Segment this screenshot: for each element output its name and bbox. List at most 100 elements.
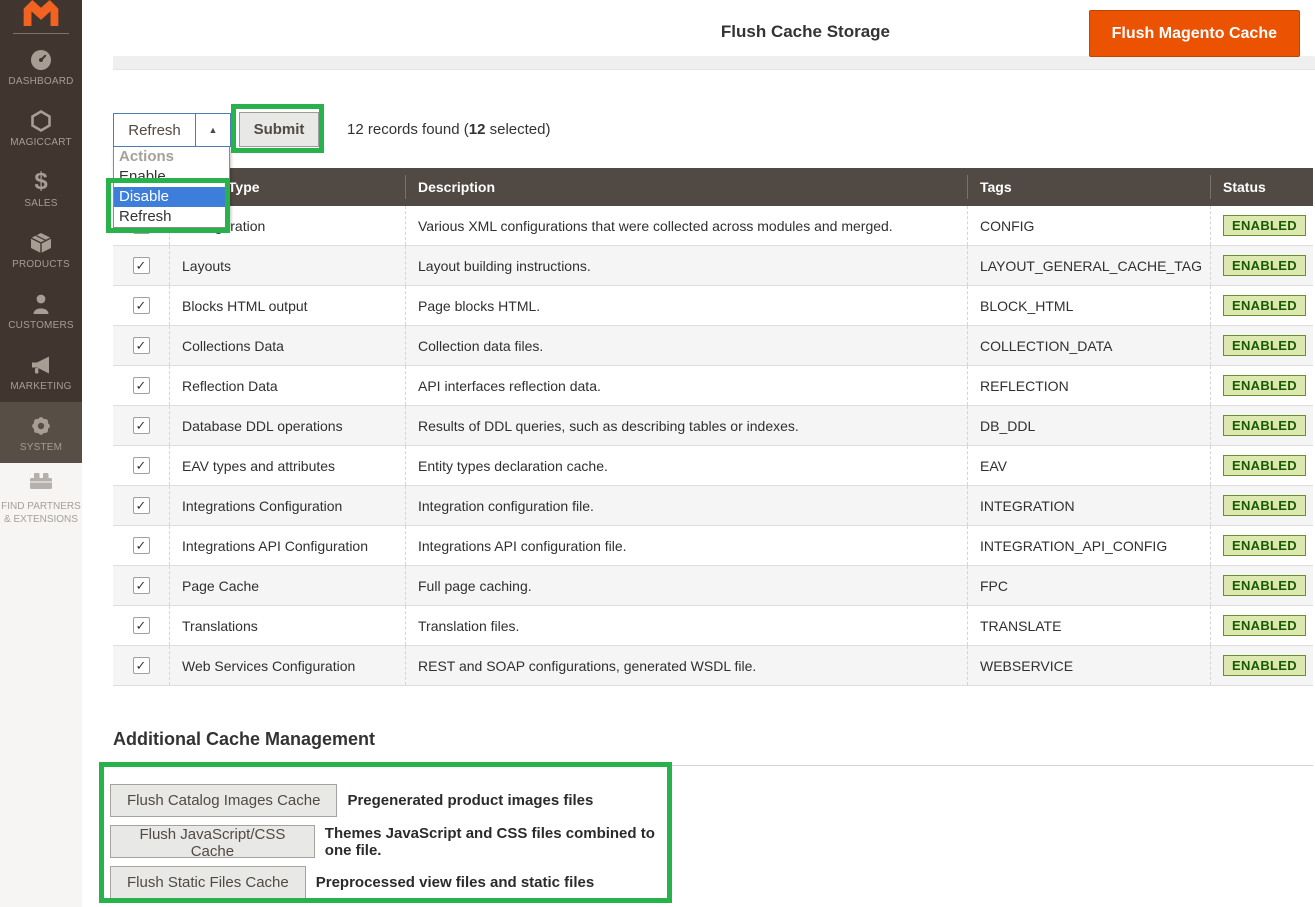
status-badge: ENABLED xyxy=(1223,335,1306,356)
tags-cell: INTEGRATION_API_CONFIG xyxy=(967,526,1210,565)
find-partners-label-line2: & EXTENSIONS xyxy=(0,513,82,526)
row-checkbox[interactable]: ✓ xyxy=(133,617,150,634)
status-badge: ENABLED xyxy=(1223,295,1306,316)
sidebar-item-label: SYSTEM xyxy=(20,442,62,453)
cache-type-cell: Layouts xyxy=(169,246,405,285)
table-row: ✓ Reflection Data API interfaces reflect… xyxy=(113,366,1313,406)
status-badge: ENABLED xyxy=(1223,575,1306,596)
row-checkbox[interactable]: ✓ xyxy=(133,377,150,394)
sidebar-item-customers[interactable]: CUSTOMERS xyxy=(0,280,82,341)
magento-logo-icon xyxy=(19,0,63,26)
table-row: ✓ Integrations Configuration Integration… xyxy=(113,486,1313,526)
row-checkbox[interactable]: ✓ xyxy=(133,657,150,674)
admin-sidebar: DASHBOARD MAGICCART $ SALES PRODUCTS CUS… xyxy=(0,0,82,463)
row-checkbox-cell: ✓ xyxy=(113,366,169,405)
table-row: ✓ Integrations API Configuration Integra… xyxy=(113,526,1313,566)
flush-cache-button[interactable]: Flush JavaScript/CSS Cache xyxy=(110,825,315,858)
sidebar-item-find-partners[interactable]: FIND PARTNERS & EXTENSIONS xyxy=(0,468,82,526)
sidebar-item-dashboard[interactable]: DASHBOARD xyxy=(0,36,82,97)
cache-type-cell: Web Services Configuration xyxy=(169,646,405,685)
sidebar-item-sales[interactable]: $ SALES xyxy=(0,158,82,219)
mass-action-selected-value: Refresh xyxy=(114,114,195,146)
lego-brick-icon xyxy=(0,468,82,496)
description-cell: Entity types declaration cache. xyxy=(405,446,967,485)
dropdown-option-disable[interactable]: Disable xyxy=(114,187,229,207)
row-checkbox-cell: ✓ xyxy=(113,406,169,445)
dropdown-group-label: Actions xyxy=(114,147,229,167)
row-checkbox-cell: ✓ xyxy=(113,286,169,325)
flush-magento-cache-button[interactable]: Flush Magento Cache xyxy=(1089,10,1300,57)
tags-cell: FPC xyxy=(967,566,1210,605)
flush-cache-storage-button[interactable]: Flush Cache Storage xyxy=(721,22,890,42)
magento-logo[interactable] xyxy=(0,0,82,33)
tags-cell: DB_DDL xyxy=(967,406,1210,445)
column-header-description[interactable]: Description xyxy=(405,175,967,199)
sidebar-divider xyxy=(13,33,69,34)
status-cell: ENABLED xyxy=(1210,406,1313,445)
status-badge: ENABLED xyxy=(1223,615,1306,636)
records-count: 12 records found (12 selected) xyxy=(347,121,550,138)
table-row: ✓ EAV types and attributes Entity types … xyxy=(113,446,1313,486)
table-row: ✓ Translations Translation files. TRANSL… xyxy=(113,606,1313,646)
status-badge: ENABLED xyxy=(1223,215,1306,236)
row-checkbox-cell: ✓ xyxy=(113,486,169,525)
description-cell: Collection data files. xyxy=(405,326,967,365)
flush-cache-description: Preprocessed view files and static files xyxy=(316,874,594,891)
row-checkbox[interactable]: ✓ xyxy=(133,297,150,314)
tags-cell: TRANSLATE xyxy=(967,606,1210,645)
row-checkbox[interactable]: ✓ xyxy=(133,577,150,594)
dropdown-option-refresh[interactable]: Refresh xyxy=(114,207,229,227)
records-selected-count: 12 xyxy=(469,121,486,138)
description-cell: API interfaces reflection data. xyxy=(405,366,967,405)
sidebar-item-marketing[interactable]: MARKETING xyxy=(0,341,82,402)
row-checkbox[interactable]: ✓ xyxy=(133,337,150,354)
status-cell: ENABLED xyxy=(1210,326,1313,365)
chevron-up-icon[interactable]: ▲ xyxy=(195,114,230,146)
row-checkbox[interactable]: ✓ xyxy=(133,257,150,274)
sidebar-item-products[interactable]: PRODUCTS xyxy=(0,219,82,280)
row-checkbox[interactable]: ✓ xyxy=(133,457,150,474)
sidebar-item-system[interactable]: SYSTEM xyxy=(0,402,82,463)
table-row: ✓ Database DDL operations Results of DDL… xyxy=(113,406,1313,446)
sidebar-menu: DASHBOARD MAGICCART $ SALES PRODUCTS CUS… xyxy=(0,36,82,463)
dropdown-option-enable[interactable]: Enable xyxy=(114,167,229,187)
cache-type-cell: Integrations Configuration xyxy=(169,486,405,525)
status-cell: ENABLED xyxy=(1210,646,1313,685)
cache-type-cell: EAV types and attributes xyxy=(169,446,405,485)
records-text-suffix: selected) xyxy=(485,121,550,138)
row-checkbox[interactable]: ✓ xyxy=(133,417,150,434)
status-cell: ENABLED xyxy=(1210,486,1313,525)
table-row: ✓ Configuration Various XML configuratio… xyxy=(113,206,1313,246)
cache-type-cell: Reflection Data xyxy=(169,366,405,405)
column-header-status[interactable]: Status xyxy=(1210,175,1313,199)
row-checkbox[interactable]: ✓ xyxy=(133,497,150,514)
table-row: ✓ Layouts Layout building instructions. … xyxy=(113,246,1313,286)
status-badge: ENABLED xyxy=(1223,655,1306,676)
flush-cache-button[interactable]: Flush Catalog Images Cache xyxy=(110,784,337,817)
table-row: ✓ Collections Data Collection data files… xyxy=(113,326,1313,366)
row-checkbox[interactable]: ✓ xyxy=(133,537,150,554)
description-cell: Integrations API configuration file. xyxy=(405,526,967,565)
status-cell: ENABLED xyxy=(1210,526,1313,565)
page-actions-band xyxy=(113,56,1315,70)
description-cell: Full page caching. xyxy=(405,566,967,605)
column-header-tags[interactable]: Tags xyxy=(967,175,1210,199)
table-row: ✓ Blocks HTML output Page blocks HTML. B… xyxy=(113,286,1313,326)
sidebar-bottom-rail xyxy=(0,463,82,907)
sidebar-item-label: SALES xyxy=(24,198,57,209)
row-checkbox-cell: ✓ xyxy=(113,566,169,605)
flush-cache-button[interactable]: Flush Static Files Cache xyxy=(110,866,306,899)
tags-cell: CONFIG xyxy=(967,206,1210,245)
sidebar-item-label: MAGICCART xyxy=(10,137,72,148)
row-checkbox-cell: ✓ xyxy=(113,246,169,285)
cache-type-cell: Database DDL operations xyxy=(169,406,405,445)
megaphone-icon xyxy=(29,352,53,378)
mass-action-dropdown: Actions Enable Disable Refresh xyxy=(113,147,230,228)
submit-button[interactable]: Submit xyxy=(239,112,319,147)
cache-type-cell: Translations xyxy=(169,606,405,645)
sidebar-item-label: PRODUCTS xyxy=(12,259,70,270)
tags-cell: LAYOUT_GENERAL_CACHE_TAG xyxy=(967,246,1210,285)
status-cell: ENABLED xyxy=(1210,606,1313,645)
mass-action-select[interactable]: Refresh ▲ xyxy=(113,113,231,147)
sidebar-item-magiccart[interactable]: MAGICCART xyxy=(0,97,82,158)
